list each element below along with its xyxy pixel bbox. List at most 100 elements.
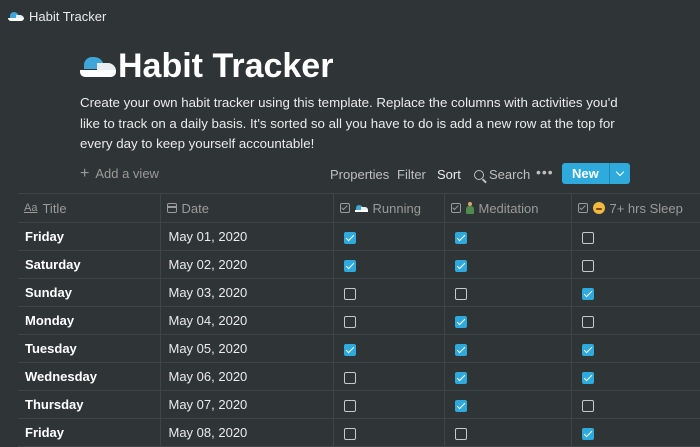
sort-button[interactable]: Sort [437, 167, 461, 182]
sleep-checkbox[interactable] [581, 343, 594, 356]
page-title[interactable]: Habit Tracker [118, 46, 333, 86]
running-checkbox[interactable] [343, 315, 356, 328]
sleep-checkbox[interactable] [581, 427, 594, 440]
sleep-checkbox[interactable] [581, 259, 594, 272]
sleep-checkbox-cell[interactable] [571, 390, 700, 419]
sleep-checkbox-cell[interactable] [571, 278, 700, 307]
running-checkbox-cell[interactable] [333, 390, 445, 419]
meditation-checkbox-cell[interactable] [444, 390, 572, 419]
running-checkbox[interactable] [343, 259, 356, 272]
sleep-checkbox-cell[interactable] [571, 222, 700, 251]
running-checkbox-cell[interactable] [333, 362, 445, 391]
column-header-date[interactable]: Date [160, 193, 334, 223]
meditation-checkbox-cell[interactable] [444, 334, 572, 363]
sleep-checkbox[interactable] [581, 287, 594, 300]
meditation-checkbox[interactable] [454, 231, 467, 244]
text-icon: Aa [24, 202, 38, 214]
running-shoe-icon [354, 204, 368, 212]
sleep-checkbox-cell[interactable] [571, 418, 700, 447]
sleep-checkbox[interactable] [581, 371, 594, 384]
filter-button[interactable]: Filter [397, 167, 426, 182]
meditation-checkbox-cell[interactable] [444, 306, 572, 335]
chevron-down-icon [615, 167, 624, 177]
column-header-meditation[interactable]: Meditation [444, 193, 572, 223]
search-label: Search [489, 167, 531, 182]
row-title-cell[interactable]: Thursday [18, 390, 161, 419]
row-date-cell[interactable]: May 03, 2020 [160, 278, 334, 307]
running-shoe-icon[interactable] [80, 55, 116, 77]
new-button-group: New [562, 163, 630, 184]
database-toolbar: + Add a view Properties Filter Sort Sear… [0, 160, 700, 188]
column-header-running[interactable]: Running [333, 193, 445, 223]
running-checkbox-cell[interactable] [333, 306, 445, 335]
running-checkbox-cell[interactable] [333, 250, 445, 279]
row-date-cell[interactable]: May 02, 2020 [160, 250, 334, 279]
running-checkbox-cell[interactable] [333, 278, 445, 307]
sleep-checkbox-cell[interactable] [571, 306, 700, 335]
table-row[interactable]: Saturday May 02, 2020 [18, 250, 700, 279]
running-checkbox-cell[interactable] [333, 418, 445, 447]
row-title-cell[interactable]: Friday [18, 222, 161, 251]
breadcrumb[interactable]: Habit Tracker [8, 6, 106, 26]
row-title-cell[interactable]: Monday [18, 306, 161, 335]
row-date-cell[interactable]: May 01, 2020 [160, 222, 334, 251]
sleep-checkbox-cell[interactable] [571, 250, 700, 279]
running-checkbox[interactable] [343, 427, 356, 440]
checkbox-icon [339, 203, 350, 213]
search-button[interactable]: Search [474, 167, 530, 182]
sleepy-face-icon [592, 202, 605, 214]
row-date-cell[interactable]: May 04, 2020 [160, 306, 334, 335]
page-description: Create your own habit tracker using this… [80, 95, 618, 151]
row-title-cell[interactable]: Sunday [18, 278, 161, 307]
new-dropdown-button[interactable] [608, 163, 630, 184]
meditation-checkbox-cell[interactable] [444, 222, 572, 251]
sleep-checkbox[interactable] [581, 315, 594, 328]
meditation-checkbox[interactable] [454, 259, 467, 272]
row-date-cell[interactable]: May 08, 2020 [160, 418, 334, 447]
meditation-checkbox-cell[interactable] [444, 362, 572, 391]
add-view-button[interactable]: + Add a view [80, 165, 159, 181]
sleep-checkbox-cell[interactable] [571, 362, 700, 391]
row-title-cell[interactable]: Tuesday [18, 334, 161, 363]
row-date-cell[interactable]: May 07, 2020 [160, 390, 334, 419]
running-checkbox[interactable] [343, 343, 356, 356]
table-row[interactable]: Monday May 04, 2020 [18, 306, 700, 335]
meditation-checkbox[interactable] [454, 287, 467, 300]
running-checkbox[interactable] [343, 371, 356, 384]
properties-button[interactable]: Properties [330, 167, 389, 182]
running-checkbox[interactable] [343, 231, 356, 244]
column-label: Title [42, 200, 67, 216]
meditation-checkbox[interactable] [454, 371, 467, 384]
meditation-checkbox[interactable] [454, 343, 467, 356]
running-checkbox[interactable] [343, 399, 356, 412]
sleep-checkbox-cell[interactable] [571, 334, 700, 363]
table-row[interactable]: Thursday May 07, 2020 [18, 390, 700, 419]
checkbox-icon [450, 203, 461, 213]
row-title-cell[interactable]: Wednesday [18, 362, 161, 391]
table-row[interactable]: Friday May 01, 2020 [18, 222, 700, 251]
table-row[interactable]: Tuesday May 05, 2020 [18, 334, 700, 363]
row-title-cell[interactable]: Saturday [18, 250, 161, 279]
meditation-checkbox-cell[interactable] [444, 250, 572, 279]
column-header-title[interactable]: Aa Title [18, 193, 161, 223]
new-button[interactable]: New [562, 163, 609, 184]
more-options-icon[interactable]: ••• [536, 164, 554, 180]
row-date-cell[interactable]: May 05, 2020 [160, 334, 334, 363]
table-row[interactable]: Friday May 08, 2020 [18, 418, 700, 447]
meditation-checkbox-cell[interactable] [444, 278, 572, 307]
table-row[interactable]: Wednesday May 06, 2020 [18, 362, 700, 391]
column-header-sleep[interactable]: 7+ hrs Sleep [571, 193, 700, 223]
sleep-checkbox[interactable] [581, 231, 594, 244]
row-date-cell[interactable]: May 06, 2020 [160, 362, 334, 391]
running-checkbox-cell[interactable] [333, 222, 445, 251]
running-checkbox-cell[interactable] [333, 334, 445, 363]
meditation-checkbox[interactable] [454, 399, 467, 412]
meditation-checkbox[interactable] [454, 315, 467, 328]
table-row[interactable]: Sunday May 03, 2020 [18, 278, 700, 307]
running-checkbox[interactable] [343, 287, 356, 300]
add-view-label: Add a view [95, 166, 159, 181]
meditation-checkbox-cell[interactable] [444, 418, 572, 447]
row-title-cell[interactable]: Friday [18, 418, 161, 447]
sleep-checkbox[interactable] [581, 399, 594, 412]
meditation-checkbox[interactable] [454, 427, 467, 440]
